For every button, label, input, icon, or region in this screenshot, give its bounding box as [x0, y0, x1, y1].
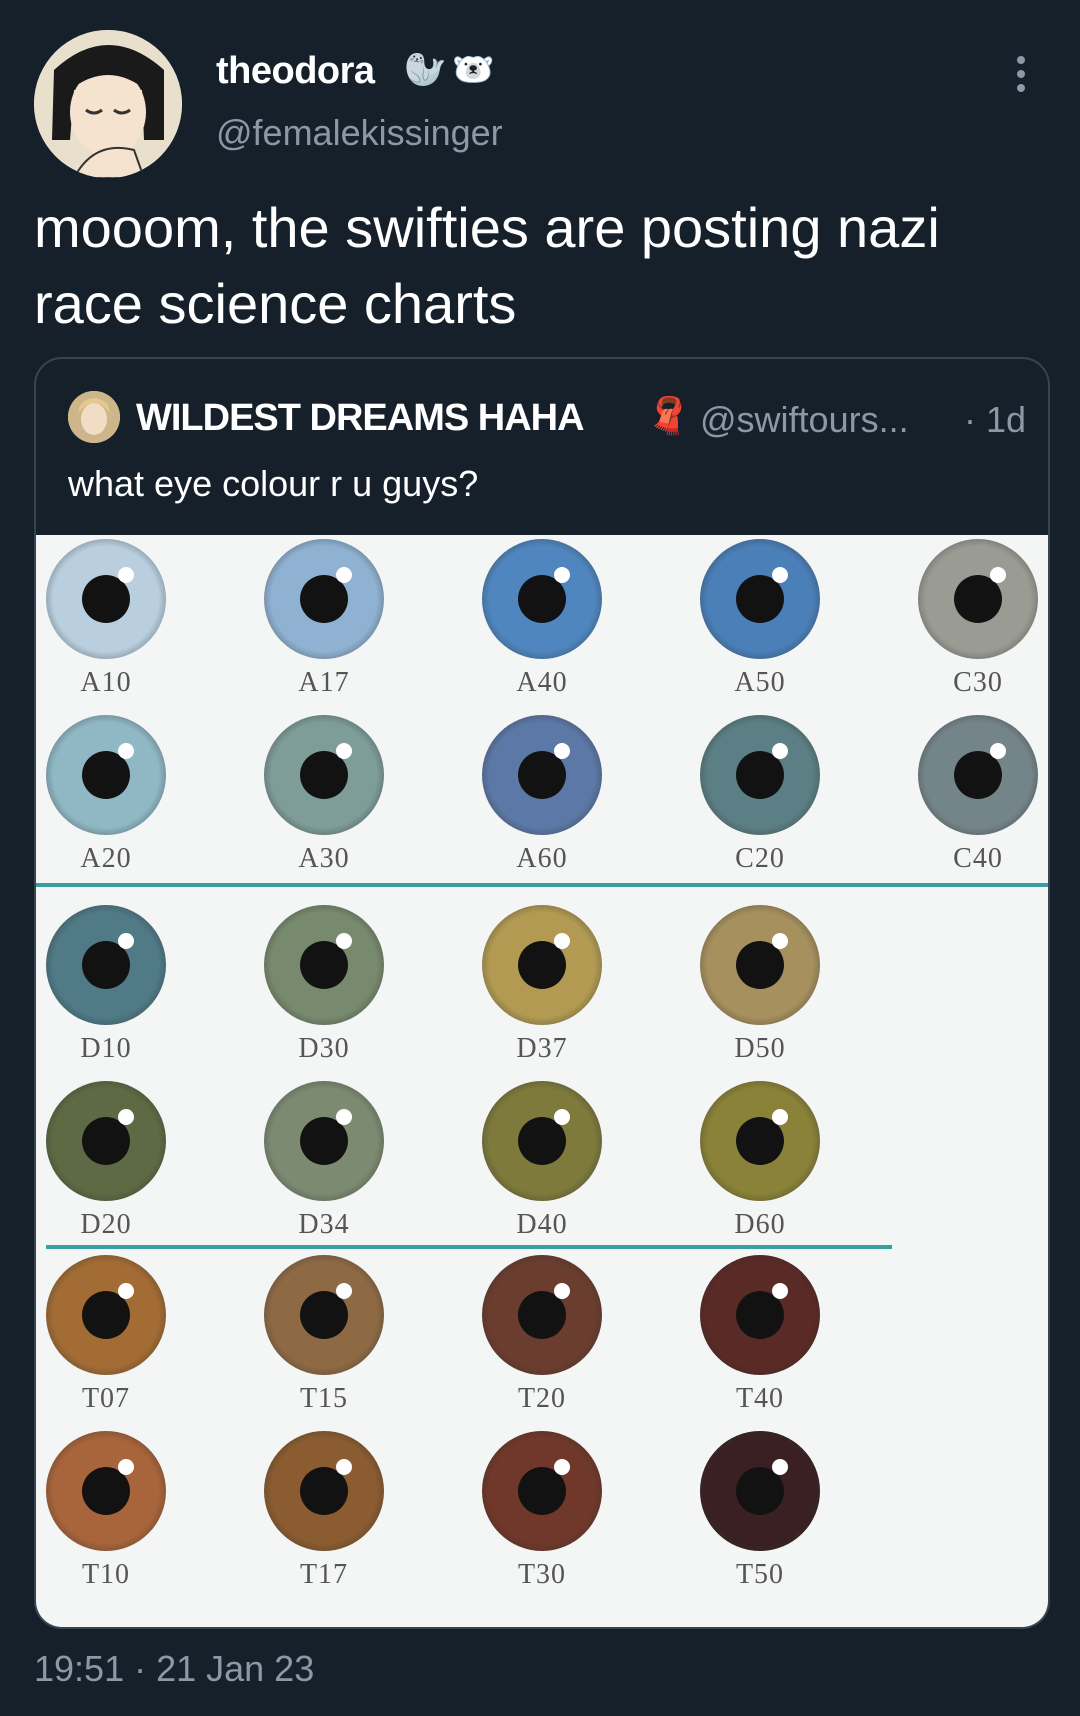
polar-bear-emoji-icon: 🐻‍❄️ — [452, 51, 495, 89]
eye-swatch — [46, 905, 166, 1025]
quoted-time: · 1d — [964, 399, 1027, 440]
eye-swatch-label: T40 — [735, 1383, 785, 1414]
eye-swatch — [700, 1081, 820, 1201]
eye-glint — [336, 567, 352, 583]
eye-glint — [554, 1109, 570, 1125]
eye-swatch-label: D50 — [734, 1033, 786, 1064]
eye-swatch-label: D37 — [516, 1033, 568, 1064]
eye-glint — [554, 1459, 570, 1475]
eye-swatch-label: C40 — [953, 843, 1003, 874]
eye-swatch — [264, 1081, 384, 1201]
eye-glint — [990, 567, 1006, 583]
eye-swatch — [482, 1081, 602, 1201]
eye-glint — [118, 1459, 134, 1475]
eye-glint — [336, 1283, 352, 1299]
eye-colour-chart-image[interactable]: A10 A17 A40 A50 C30 A20 A30 A60 C20 C40 D10 D30 D37 D… — [36, 535, 1048, 1627]
eye-glint — [772, 1109, 788, 1125]
eye-glint — [336, 743, 352, 759]
eye-swatch — [482, 1431, 602, 1551]
author-avatar[interactable] — [34, 30, 182, 178]
eye-swatch — [918, 715, 1038, 835]
eye-swatch-label: A10 — [80, 667, 132, 698]
eye-swatch — [482, 1255, 602, 1375]
eye-glint — [118, 567, 134, 583]
eye-swatch — [264, 905, 384, 1025]
eye-swatch — [482, 905, 602, 1025]
eye-swatch — [46, 1431, 166, 1551]
quoted-tweet[interactable]: WILDEST DREAMS HAHA 🧣 @swiftours... · 1d… — [34, 357, 1050, 1629]
eye-swatch-label: T15 — [299, 1383, 349, 1414]
eye-swatch-label: T10 — [81, 1559, 131, 1590]
more-options-icon[interactable] — [1014, 56, 1028, 96]
quoted-display-name[interactable]: WILDEST DREAMS HAHA — [136, 397, 585, 440]
eye-swatch — [46, 539, 166, 659]
eye-swatch-label: A17 — [298, 667, 350, 698]
eye-swatch-label: T50 — [735, 1559, 785, 1590]
eye-glint — [772, 567, 788, 583]
eye-glint — [118, 1109, 134, 1125]
eye-swatch — [46, 715, 166, 835]
eye-swatch-label: T20 — [517, 1383, 567, 1414]
eye-glint — [772, 1459, 788, 1475]
eye-glint — [336, 1109, 352, 1125]
eye-glint — [118, 1283, 134, 1299]
quoted-handle[interactable]: @swiftours... — [700, 399, 909, 441]
eye-swatch — [700, 1255, 820, 1375]
eye-swatch-label: D10 — [80, 1033, 132, 1064]
tweet-text: mooom, the swifties are posting nazi rac… — [34, 196, 940, 335]
eye-swatch — [46, 1081, 166, 1201]
eye-glint — [118, 933, 134, 949]
eye-glint — [990, 743, 1006, 759]
eye-swatch — [264, 1255, 384, 1375]
eye-swatch-label: D40 — [516, 1209, 568, 1240]
eye-glint — [554, 743, 570, 759]
eye-swatch — [482, 715, 602, 835]
quoted-author-avatar — [68, 391, 120, 443]
eye-glint — [336, 1459, 352, 1475]
eye-swatch-label: A40 — [516, 667, 568, 698]
eye-swatch — [46, 1255, 166, 1375]
eye-glint — [554, 933, 570, 949]
eye-swatch — [264, 539, 384, 659]
eye-swatch-label: D20 — [80, 1209, 132, 1240]
eye-glint — [118, 743, 134, 759]
eye-glint — [772, 743, 788, 759]
eye-swatch-label: A50 — [734, 667, 786, 698]
eye-glint — [554, 1283, 570, 1299]
section-divider — [46, 1245, 892, 1249]
section-divider — [36, 883, 1048, 887]
eye-swatch-label: D60 — [734, 1209, 786, 1240]
eye-swatch-label: A20 — [80, 843, 132, 874]
eye-glint — [554, 567, 570, 583]
eye-swatch-label: T07 — [81, 1383, 131, 1414]
eye-swatch-label: T17 — [299, 1559, 349, 1590]
eye-swatch — [700, 1431, 820, 1551]
eye-swatch — [700, 905, 820, 1025]
eye-swatch — [482, 539, 602, 659]
eye-swatch — [700, 715, 820, 835]
eye-swatch-label: T30 — [517, 1559, 567, 1590]
scarf-emoji-icon: 🧣 — [646, 395, 691, 436]
eye-swatch-label: A30 — [298, 843, 350, 874]
eye-swatch-label: C30 — [953, 667, 1003, 698]
eye-swatch-label: C20 — [735, 843, 785, 874]
eye-swatch — [264, 715, 384, 835]
seal-emoji-icon: 🦭 — [404, 51, 447, 89]
eye-glint — [772, 933, 788, 949]
eye-swatch — [700, 539, 820, 659]
author-handle[interactable]: @femalekissinger — [216, 112, 503, 154]
eye-swatch-label: D30 — [298, 1033, 350, 1064]
author-display-name[interactable]: theodora — [216, 50, 375, 93]
eye-swatch-label: D34 — [298, 1209, 350, 1240]
eye-swatch — [264, 1431, 384, 1551]
eye-glint — [336, 933, 352, 949]
tweet-timestamp[interactable]: 19:51 · 21 Jan 23 — [34, 1648, 314, 1690]
quoted-text: what eye colour r u guys? — [68, 463, 479, 504]
eye-glint — [772, 1283, 788, 1299]
eye-swatch — [918, 539, 1038, 659]
eye-swatch-label: A60 — [516, 843, 568, 874]
